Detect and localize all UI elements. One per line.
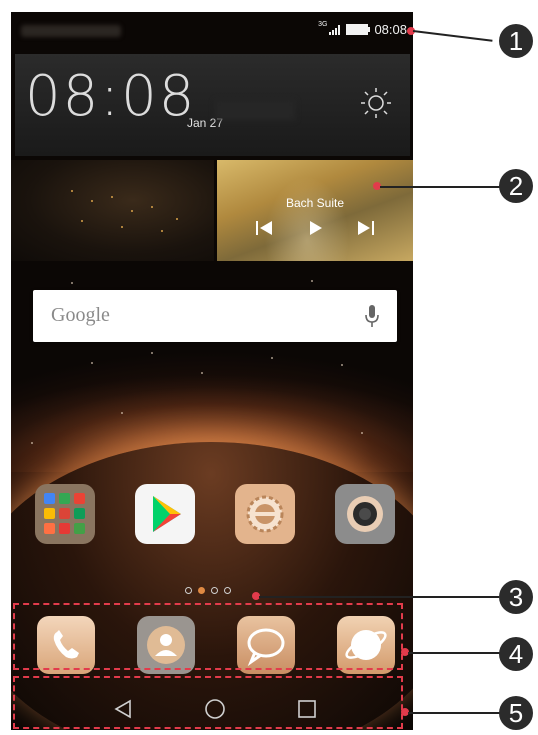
sun-icon[interactable] bbox=[360, 87, 392, 119]
clock-time: 08:08 bbox=[25, 64, 197, 129]
folder-icon[interactable] bbox=[35, 484, 95, 544]
google-search-bar[interactable]: Google bbox=[33, 290, 397, 342]
callout-badge-1: 1 bbox=[499, 24, 533, 58]
page-dot[interactable] bbox=[185, 587, 192, 594]
network-type: 3G bbox=[318, 21, 328, 28]
home-app-row bbox=[11, 484, 413, 548]
next-icon[interactable] bbox=[355, 218, 377, 238]
battery-icon bbox=[346, 24, 371, 35]
callout-3-line bbox=[259, 596, 499, 598]
callout-badge-3: 3 bbox=[499, 580, 533, 614]
status-bar: 3G 08:08 bbox=[11, 12, 413, 48]
nav-bar-highlight bbox=[13, 676, 403, 729]
music-controls bbox=[217, 218, 413, 238]
gear-icon[interactable] bbox=[235, 484, 295, 544]
play-icon[interactable] bbox=[304, 218, 326, 238]
previous-icon[interactable] bbox=[253, 218, 275, 238]
callout-2-line bbox=[380, 186, 502, 188]
search-placeholder: Google bbox=[51, 304, 110, 326]
camera-icon[interactable] bbox=[335, 484, 395, 544]
dock-highlight bbox=[13, 603, 403, 670]
callout-5-line bbox=[408, 712, 500, 714]
callout-1-line bbox=[412, 30, 493, 42]
signal-icon bbox=[329, 24, 341, 35]
weather-info-blurred bbox=[215, 100, 295, 120]
clock-weather-widget[interactable]: 08:08 Jan 27 bbox=[15, 54, 410, 156]
status-time: 08:08 bbox=[374, 22, 407, 37]
page-dot-active[interactable] bbox=[198, 587, 205, 594]
status-icons: 3G 08:08 bbox=[318, 21, 407, 37]
callout-badge-5: 5 bbox=[499, 696, 533, 730]
music-widget[interactable]: Bach Suite bbox=[217, 160, 413, 261]
page-indicator bbox=[185, 587, 231, 594]
photo-widget[interactable] bbox=[11, 160, 214, 261]
callout-badge-2: 2 bbox=[499, 169, 533, 203]
page-dot[interactable] bbox=[224, 587, 231, 594]
mic-icon[interactable] bbox=[365, 304, 379, 328]
play-store-icon[interactable] bbox=[135, 484, 195, 544]
callout-4-line bbox=[408, 652, 500, 654]
page-dot[interactable] bbox=[211, 587, 218, 594]
carrier-name-blurred bbox=[21, 25, 121, 37]
callout-badge-4: 4 bbox=[499, 637, 533, 671]
song-title: Bach Suite bbox=[285, 196, 345, 210]
